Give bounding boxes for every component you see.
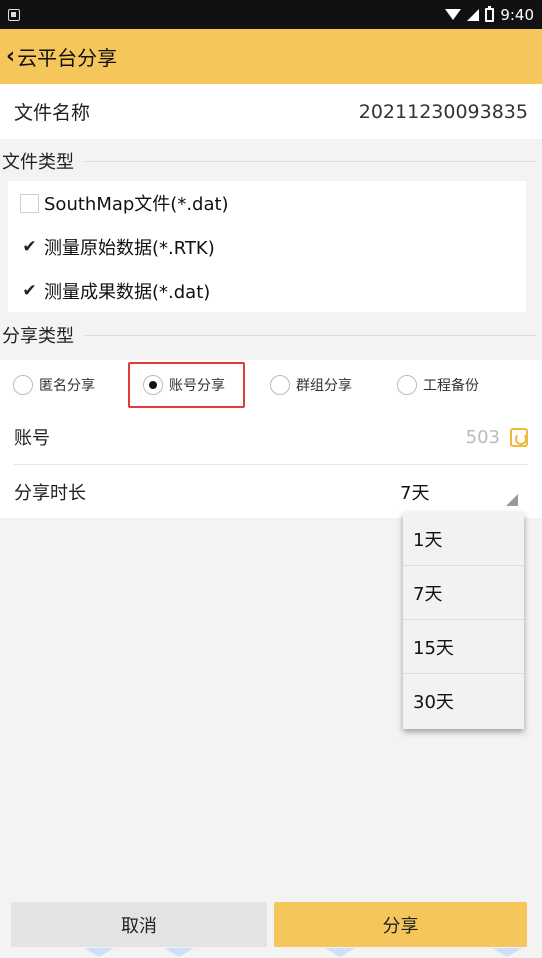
duration-option-15d[interactable]: 15天 — [403, 620, 524, 674]
checkbox-checked-icon[interactable]: ✔ — [20, 282, 39, 301]
share-type-header: 分享类型 — [0, 315, 542, 355]
contacts-book-icon[interactable] — [510, 427, 528, 447]
duration-option-7d[interactable]: 7天 — [403, 566, 524, 620]
share-button[interactable]: 分享 — [274, 902, 527, 947]
selection-highlight-box — [128, 362, 245, 408]
account-row: 账号 503 — [0, 410, 542, 464]
file-type-list: SouthMap文件(*.dat) ✔ 测量原始数据(*.RTK) ✔ 测量成果… — [8, 181, 526, 312]
status-time: 9:40 — [500, 5, 534, 24]
wifi-icon — [445, 9, 462, 20]
share-type-label: 工程备份 — [423, 378, 479, 394]
duration-row[interactable]: 分享时长 7天 — [14, 464, 528, 518]
divider — [84, 334, 536, 336]
file-type-header: 文件类型 — [0, 141, 542, 181]
file-type-option-raw[interactable]: ✔ 测量原始数据(*.RTK) — [8, 225, 526, 269]
duration-dropdown: 1天 7天 15天 30天 — [403, 512, 524, 729]
share-type-title: 分享类型 — [2, 326, 74, 347]
radio-icon[interactable] — [270, 375, 290, 395]
decoration-triangle — [164, 948, 194, 957]
checkbox-unchecked-icon[interactable] — [20, 193, 39, 213]
share-type-label: 群组分享 — [296, 378, 352, 394]
duration-option-30d[interactable]: 30天 — [403, 674, 524, 728]
dropdown-arrow-icon[interactable] — [506, 494, 518, 506]
file-type-option-result[interactable]: ✔ 测量成果数据(*.dat) — [8, 269, 526, 313]
file-type-title: 文件类型 — [2, 152, 74, 173]
signal-icon — [467, 8, 480, 21]
title-bar: ‹ 云平台分享 — [0, 29, 542, 84]
status-bar: 9:40 — [0, 0, 542, 29]
divider — [84, 160, 536, 162]
file-name-value[interactable]: 20211230093835 — [359, 101, 528, 123]
decoration-triangle — [84, 948, 114, 957]
battery-icon — [485, 5, 495, 22]
form-rows: 账号 503 分享时长 7天 — [0, 410, 542, 518]
checkbox-checked-icon[interactable]: ✔ — [20, 238, 39, 257]
notification-icon — [8, 8, 20, 21]
account-input[interactable]: 503 — [466, 427, 500, 448]
decoration-triangle — [325, 948, 355, 957]
page-title: 云平台分享 — [17, 46, 118, 70]
file-name-row: 文件名称 20211230093835 — [0, 84, 542, 139]
duration-option-1d[interactable]: 1天 — [403, 512, 524, 566]
file-type-label: SouthMap文件(*.dat) — [44, 194, 229, 215]
cancel-button[interactable]: 取消 — [11, 902, 267, 947]
account-label: 账号 — [14, 428, 50, 449]
radio-icon[interactable] — [13, 375, 33, 395]
share-type-group[interactable]: 群组分享 — [270, 375, 352, 395]
share-type-label: 匿名分享 — [39, 378, 95, 394]
share-type-radio-group: 匿名分享 账号分享 群组分享 工程备份 — [0, 360, 542, 410]
chevron-left-icon[interactable]: ‹ — [6, 44, 15, 69]
share-type-anonymous[interactable]: 匿名分享 — [13, 375, 95, 395]
share-type-backup[interactable]: 工程备份 — [397, 375, 479, 395]
file-type-label: 测量成果数据(*.dat) — [44, 282, 211, 303]
duration-label: 分享时长 — [14, 482, 86, 504]
decoration-triangle — [492, 948, 522, 957]
file-type-option-southmap[interactable]: SouthMap文件(*.dat) — [8, 181, 526, 225]
radio-icon[interactable] — [397, 375, 417, 395]
duration-select[interactable]: 7天 — [400, 479, 429, 505]
status-right: 9:40 — [445, 5, 534, 24]
file-name-label: 文件名称 — [14, 102, 91, 124]
file-type-label: 测量原始数据(*.RTK) — [44, 238, 215, 259]
